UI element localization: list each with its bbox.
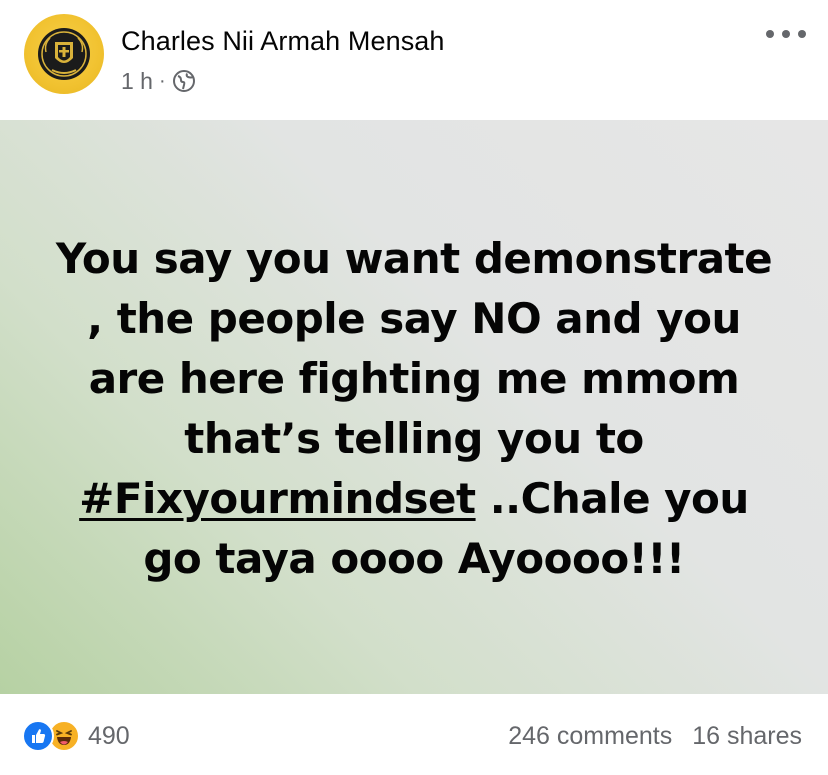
more-horizontal-icon bbox=[766, 30, 774, 38]
shares-count-link[interactable]: 16 shares bbox=[692, 722, 802, 751]
reaction-count: 490 bbox=[88, 721, 130, 750]
more-options-button[interactable] bbox=[766, 22, 806, 46]
engagement-counts: 246 comments 16 shares bbox=[508, 720, 802, 752]
author-name[interactable]: Charles Nii Armah Mensah bbox=[121, 26, 445, 57]
post-text: You say you want demonstrate , the peopl… bbox=[54, 229, 774, 589]
post-text-main: You say you want demonstrate , the peopl… bbox=[55, 234, 773, 463]
globe-icon[interactable] bbox=[172, 69, 196, 93]
reactions-summary[interactable]: 490 bbox=[22, 720, 130, 752]
post-background: You say you want demonstrate , the peopl… bbox=[0, 120, 828, 694]
avatar[interactable] bbox=[24, 14, 104, 94]
post-meta: 1 h · bbox=[121, 66, 196, 96]
facebook-post: Charles Nii Armah Mensah 1 h · You say y… bbox=[0, 0, 828, 775]
post-time[interactable]: 1 h bbox=[121, 68, 153, 95]
hashtag-link[interactable]: #Fixyourmindset bbox=[79, 474, 476, 523]
post-footer: 490 246 comments 16 shares bbox=[0, 694, 828, 775]
comments-count-link[interactable]: 246 comments bbox=[508, 722, 672, 751]
post-header: Charles Nii Armah Mensah 1 h · bbox=[0, 0, 828, 120]
crest-logo-icon bbox=[38, 28, 90, 80]
like-icon bbox=[22, 720, 54, 752]
meta-separator: · bbox=[158, 69, 166, 92]
